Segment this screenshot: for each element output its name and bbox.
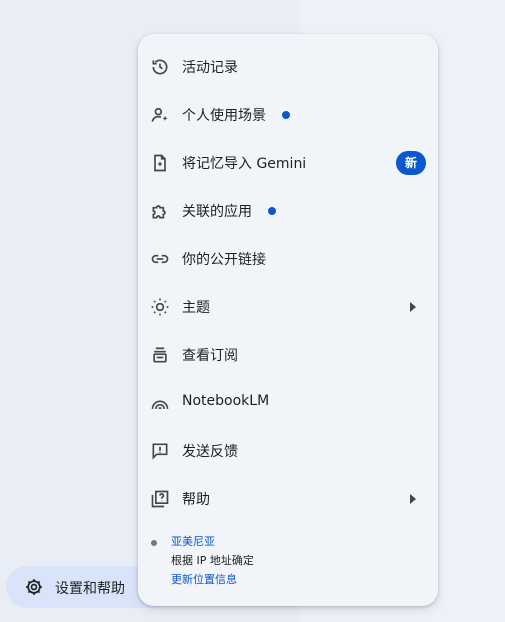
settings-and-help-label: 设置和帮助 bbox=[55, 581, 125, 597]
menu-item-label: 活动记录 bbox=[182, 60, 238, 76]
help-icon bbox=[150, 489, 170, 509]
puzzle-icon bbox=[150, 201, 170, 221]
menu-item-notebooklm[interactable]: NotebookLM bbox=[138, 381, 438, 425]
menu-item-label: 查看订阅 bbox=[182, 348, 238, 364]
menu-item-label: 个人使用场景 bbox=[182, 108, 266, 124]
new-badge: 新 bbox=[396, 151, 426, 175]
link-icon bbox=[150, 249, 170, 269]
menu-item-subscription[interactable]: 查看订阅 bbox=[138, 333, 438, 377]
menu-item-connected-apps[interactable]: 关联的应用 bbox=[138, 189, 438, 233]
settings-menu: 活动记录 个人使用场景 将记忆导入 Gemini 新 关联的应用 你的公开链接 … bbox=[138, 34, 438, 606]
feedback-icon bbox=[150, 441, 170, 461]
history-icon bbox=[150, 57, 170, 77]
new-indicator-dot bbox=[268, 207, 276, 215]
menu-item-label: 关联的应用 bbox=[182, 204, 252, 220]
menu-item-label: 帮助 bbox=[182, 492, 210, 508]
menu-item-label: NotebookLM bbox=[182, 393, 270, 409]
submenu-arrow-icon bbox=[410, 302, 416, 312]
theme-icon bbox=[150, 297, 170, 317]
update-location-link[interactable]: 更新位置信息 bbox=[171, 571, 237, 587]
menu-item-label: 将记忆导入 Gemini bbox=[182, 156, 307, 172]
location-source-text: 根据 IP 地址确定 bbox=[171, 554, 254, 567]
menu-item-help[interactable]: 帮助 bbox=[138, 477, 438, 521]
menu-item-theme[interactable]: 主题 bbox=[138, 285, 438, 329]
menu-item-public-links[interactable]: 你的公开链接 bbox=[138, 237, 438, 281]
menu-item-import-memory[interactable]: 将记忆导入 Gemini 新 bbox=[138, 141, 438, 185]
menu-item-feedback[interactable]: 发送反馈 bbox=[138, 429, 438, 473]
menu-item-personal-context[interactable]: 个人使用场景 bbox=[138, 93, 438, 137]
submenu-arrow-icon bbox=[410, 494, 416, 504]
location-place-link[interactable]: 亚美尼亚 bbox=[171, 533, 215, 549]
menu-item-label: 你的公开链接 bbox=[182, 252, 266, 268]
menu-item-label: 发送反馈 bbox=[182, 444, 238, 460]
location-dot-icon bbox=[151, 540, 157, 546]
menu-item-label: 主题 bbox=[182, 300, 210, 316]
subscription-icon bbox=[150, 345, 170, 365]
menu-item-activity[interactable]: 活动记录 bbox=[138, 45, 438, 89]
gear-icon bbox=[24, 577, 44, 597]
new-indicator-dot bbox=[282, 111, 290, 119]
import-memory-icon bbox=[150, 153, 170, 173]
location-info: 亚美尼亚 根据 IP 地址确定 更新位置信息 bbox=[138, 532, 438, 592]
notebooklm-icon bbox=[150, 393, 170, 413]
personal-context-icon bbox=[150, 105, 170, 125]
